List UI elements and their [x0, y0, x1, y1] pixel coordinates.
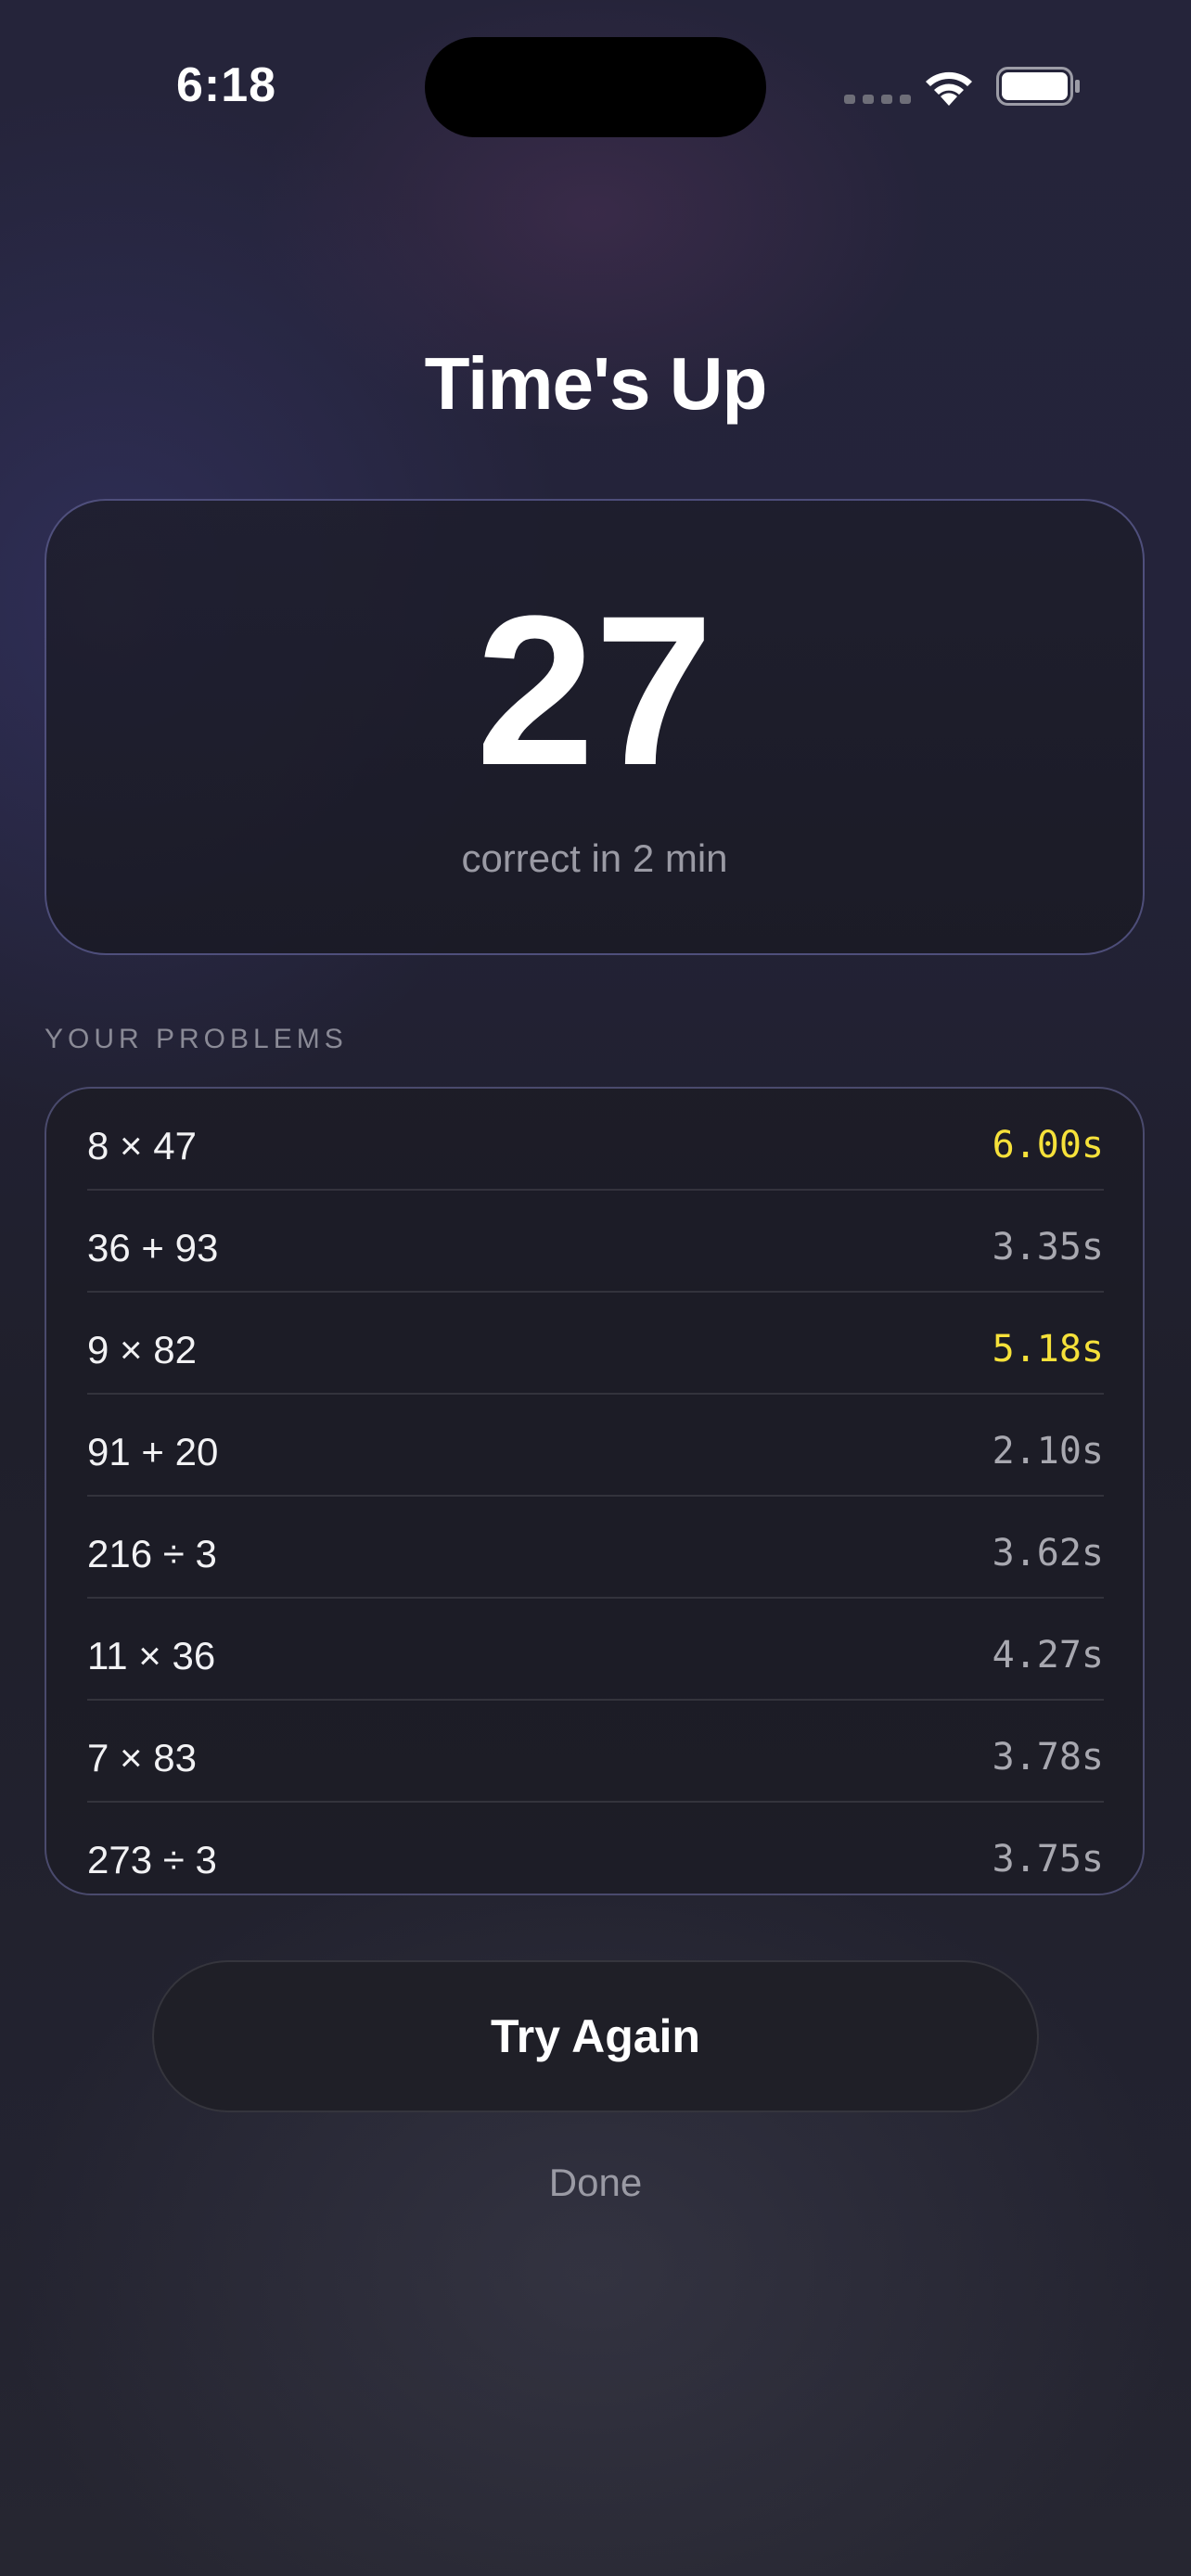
cellular-signal-icon	[844, 95, 911, 104]
problem-expression: 11 × 36	[87, 1634, 216, 1677]
score-value: 27	[476, 571, 713, 810]
problem-expression: 9 × 82	[87, 1328, 197, 1371]
status-time: 6:18	[176, 58, 277, 112]
problem-time: 3.35s	[992, 1226, 1104, 1269]
score-caption: correct in 2 min	[461, 836, 728, 880]
problem-time: 6.00s	[992, 1124, 1104, 1167]
problem-row: 91 + 20 2.10s	[87, 1395, 1104, 1497]
battery-icon	[996, 67, 1080, 106]
problem-time: 4.27s	[992, 1634, 1104, 1677]
problem-expression: 91 + 20	[87, 1430, 219, 1473]
done-button[interactable]: Done	[410, 2161, 781, 2205]
problem-row: 216 ÷ 3 3.62s	[87, 1497, 1104, 1599]
problem-time: 3.62s	[992, 1532, 1104, 1575]
problem-time: 2.10s	[992, 1430, 1104, 1473]
problem-expression: 273 ÷ 3	[87, 1838, 217, 1881]
problem-expression: 7 × 83	[87, 1736, 197, 1779]
wifi-icon	[926, 71, 972, 106]
dynamic-island	[425, 37, 766, 137]
try-again-button[interactable]: Try Again	[152, 1960, 1039, 2112]
problem-expression: 8 × 47	[87, 1124, 197, 1167]
section-label: YOUR PROBLEMS	[45, 1024, 348, 1054]
problems-list[interactable]: 8 × 47 6.00s 36 + 93 3.35s 9 × 82 5.18s …	[45, 1087, 1145, 1895]
problem-time: 3.78s	[992, 1736, 1104, 1779]
problem-row: 11 × 36 4.27s	[87, 1599, 1104, 1701]
problem-row: 8 × 47 6.00s	[87, 1089, 1104, 1191]
problem-time: 5.18s	[992, 1328, 1104, 1371]
score-card: 27 correct in 2 min	[45, 499, 1145, 955]
problem-expression: 216 ÷ 3	[87, 1532, 217, 1575]
page-title: Time's Up	[424, 342, 768, 425]
problem-time: 3.75s	[992, 1838, 1104, 1881]
problem-row: 7 × 83 3.78s	[87, 1701, 1104, 1803]
problem-row: 9 × 82 5.18s	[87, 1293, 1104, 1395]
problem-row: 36 + 93 3.35s	[87, 1191, 1104, 1293]
problem-row: 273 ÷ 3 3.75s	[87, 1803, 1104, 1894]
problem-expression: 36 + 93	[87, 1226, 219, 1269]
